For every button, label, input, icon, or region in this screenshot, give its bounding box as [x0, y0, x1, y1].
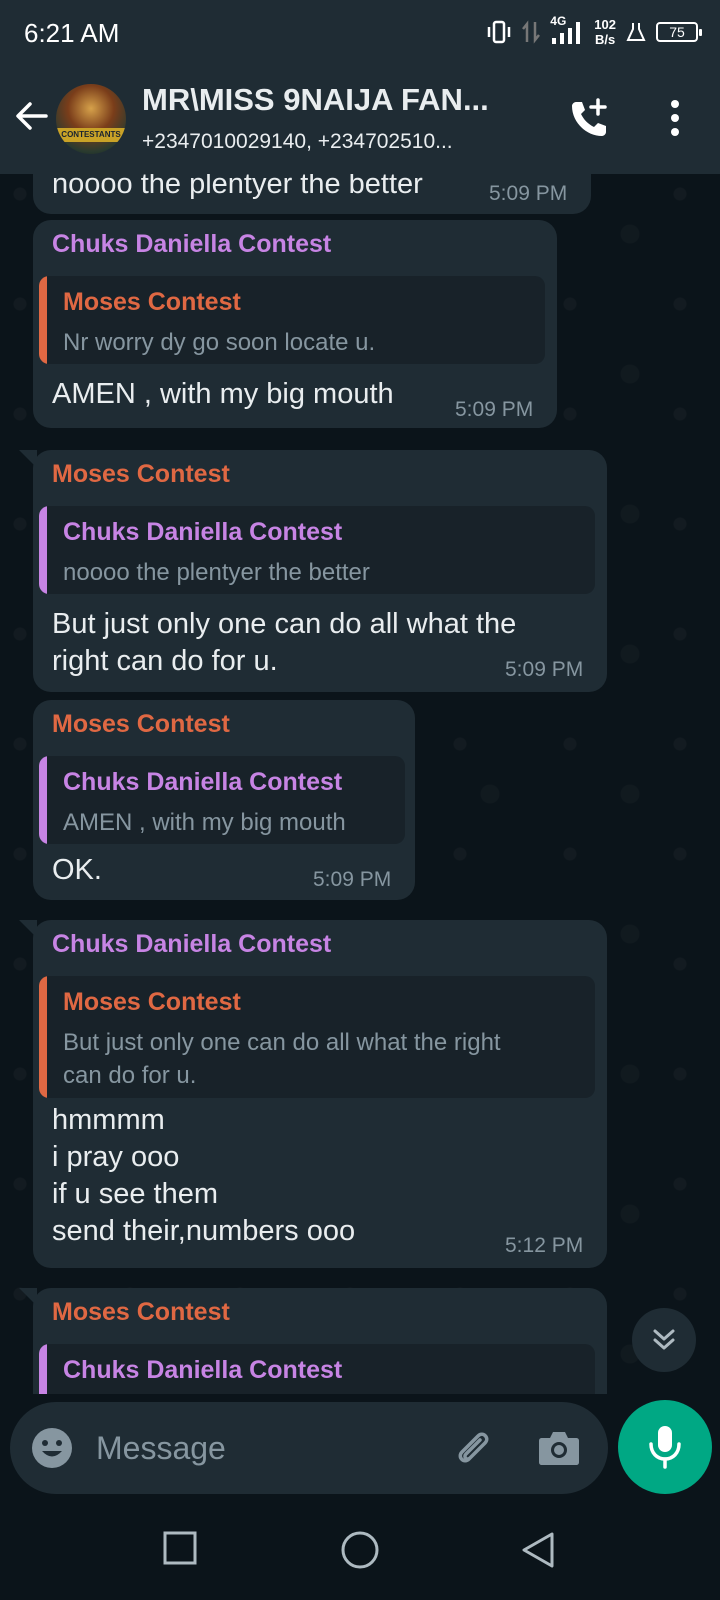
quote-text: AMEN , with my big mouth [63, 809, 346, 836]
message-time: 5:09 PM [313, 868, 392, 891]
group-avatar[interactable]: CONTESTANTS [56, 84, 126, 154]
message-text: noooo the plentyer the better [52, 174, 423, 200]
quoted-message[interactable]: Moses Contest Nr worry dy go soon locate… [39, 276, 545, 364]
message-bubble[interactable]: Moses Contest Chuks Daniella Contest AME… [33, 700, 415, 900]
scroll-to-bottom-button[interactable] [632, 1308, 696, 1372]
chat-header: CONTESTANTS MR\MISS 9NAIJA FAN... +23470… [0, 62, 720, 174]
emoji-icon[interactable] [30, 1426, 74, 1470]
message-time: 5:09 PM [455, 398, 534, 421]
message-text: OK. [52, 854, 102, 886]
speed-value: 102 [594, 17, 616, 32]
quote-bar [39, 1344, 47, 1394]
system-navigation-bar [0, 1500, 720, 1600]
message-text: hmmmm i pray ooo if u see them send thei… [52, 1104, 356, 1247]
quote-text: But just only one can do all what the ri… [63, 1029, 501, 1089]
quote-sender: Moses Contest [63, 988, 241, 1016]
quote-sender: Chuks Daniella Contest [63, 768, 343, 796]
back-arrow-icon[interactable] [14, 98, 50, 134]
chat-messages[interactable]: noooo the plentyer the better 5:09 PM Ch… [0, 174, 720, 1394]
message-time: 5:09 PM [505, 658, 584, 681]
quote-sender: Chuks Daniella Contest [63, 1356, 343, 1384]
quote-bar [39, 276, 47, 364]
message-time: 5:09 PM [489, 182, 568, 205]
network-speed: 102 B/s [594, 17, 616, 47]
signal-icon: 4G [550, 14, 584, 46]
message-sender[interactable]: Moses Contest [52, 710, 230, 739]
more-options-icon[interactable] [664, 98, 686, 138]
battery-level: 75 [669, 24, 685, 40]
vibrate-icon [488, 20, 511, 44]
message-bubble[interactable]: Chuks Daniella Contest Moses Contest But… [19, 920, 607, 1268]
bubble-tail [19, 450, 37, 468]
message-text: AMEN , with my big mouth [52, 378, 394, 410]
status-icons: 4G 102 B/s 75 [486, 14, 702, 50]
voice-record-button[interactable] [618, 1400, 712, 1494]
message-text: But just only one can do all what the ri… [52, 608, 517, 677]
quote-bar [39, 506, 47, 594]
message-bubble[interactable]: noooo the plentyer the better 5:09 PM [33, 174, 591, 214]
microphone-icon [649, 1426, 681, 1469]
message-composer [10, 1402, 608, 1494]
quote-sender: Moses Contest [63, 288, 241, 316]
message-bubble[interactable]: Chuks Daniella Contest Moses Contest Nr … [33, 220, 557, 428]
group-members[interactable]: +2347010029140, +234702510... [142, 130, 532, 154]
quoted-message[interactable]: Chuks Daniella Contest AMEN , with my bi… [39, 756, 405, 844]
bubble-tail [19, 1288, 37, 1306]
bubble-tail [19, 920, 37, 938]
add-call-icon[interactable] [568, 96, 612, 140]
recent-apps-icon[interactable] [162, 1530, 198, 1566]
quote-bar [39, 976, 47, 1098]
paperclip-icon[interactable] [450, 1426, 494, 1470]
battery-icon: 75 [656, 22, 702, 42]
group-title[interactable]: MR\MISS 9NAIJA FAN... [142, 82, 542, 118]
camera-icon[interactable] [538, 1428, 580, 1468]
avatar-label: CONTESTANTS [56, 128, 126, 142]
quoted-message[interactable]: Moses Contest But just only one can do a… [39, 976, 595, 1098]
home-icon[interactable] [340, 1530, 380, 1570]
quote-sender: Chuks Daniella Contest [63, 518, 343, 546]
message-sender[interactable]: Moses Contest [52, 460, 230, 489]
double-chevron-down-icon [653, 1329, 675, 1350]
status-bar: 6:21 AM 4G 102 B/s 75 [0, 0, 720, 62]
message-sender[interactable]: Chuks Daniella Contest [52, 930, 331, 959]
message-time: 5:12 PM [505, 1234, 584, 1257]
flask-icon [626, 23, 646, 41]
quote-bar [39, 756, 47, 844]
status-time: 6:21 AM [24, 18, 120, 48]
quote-text: Nr worry dy go soon locate u. [63, 329, 376, 356]
message-bubble[interactable]: Moses Contest Chuks Daniella Contest noo… [19, 450, 607, 692]
quote-text: noooo the plentyer the better [63, 559, 370, 586]
message-sender[interactable]: Moses Contest [52, 1298, 230, 1327]
quoted-message[interactable]: Chuks Daniella Contest [39, 1344, 595, 1394]
quoted-message[interactable]: Chuks Daniella Contest noooo the plentye… [39, 506, 595, 594]
back-nav-icon[interactable] [520, 1530, 556, 1570]
message-input[interactable] [96, 1424, 436, 1472]
data-transfer-icon [522, 20, 541, 44]
speed-unit: B/s [595, 32, 616, 47]
message-sender[interactable]: Chuks Daniella Contest [52, 230, 331, 259]
message-bubble[interactable]: Moses Contest Chuks Daniella Contest [19, 1288, 607, 1394]
